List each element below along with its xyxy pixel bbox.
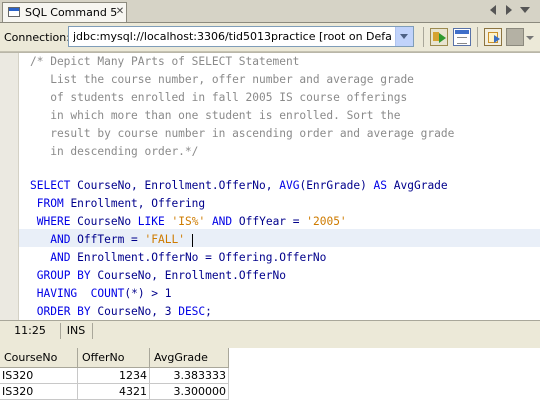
sql-line-order-by: ORDER BY CourseNo, 3 DESC;: [30, 303, 212, 321]
cell-avggrade: 3.383333: [150, 368, 229, 384]
tab-sql-command[interactable]: SQL Command 5 ✕: [2, 2, 127, 22]
function-name: COUNT: [90, 287, 125, 300]
scroll-tabs-left-icon[interactable]: [490, 5, 496, 15]
identifier: OffYear =: [232, 215, 307, 228]
sql-line-where: WHERE CourseNo LIKE 'IS%' AND OffYear = …: [30, 213, 347, 231]
string-literal: 'FALL': [144, 233, 185, 246]
sql-history-icon[interactable]: [453, 28, 471, 46]
database-icon[interactable]: [506, 28, 524, 46]
identifier: OffTerm =: [70, 233, 145, 246]
keyword: GROUP BY: [36, 269, 91, 282]
sql-line-and-join: AND Enrollment.OfferNo = Offering.OfferN…: [30, 249, 326, 267]
keyword: DESC: [178, 305, 206, 318]
results-header: CourseNo OfferNo AvgGrade: [0, 348, 229, 368]
text-caret: [191, 233, 193, 247]
identifier: CourseNo, Enrollment.OfferNo: [90, 269, 286, 282]
statusbar-divider: [92, 323, 93, 339]
sql-line-having: HAVING COUNT(*) > 1: [30, 285, 172, 303]
sql-line-group-by: GROUP BY CourseNo, Enrollment.OfferNo: [30, 267, 286, 285]
keyword: AND: [50, 251, 71, 264]
connection-label: Connection:: [4, 31, 70, 44]
close-icon[interactable]: ✕: [115, 6, 125, 18]
keyword: AS: [373, 179, 388, 192]
tab-bar: SQL Command 5 ✕: [0, 0, 540, 23]
comment-line: in descending order.*/: [30, 145, 199, 158]
keyword: ORDER BY: [36, 305, 91, 318]
identifier: Enrollment.OfferNo = Offering.OfferNo: [70, 251, 327, 264]
sql-line-and-offterm: AND OffTerm = 'FALL': [30, 231, 193, 249]
editor-statusbar: 11:25 INS: [0, 320, 540, 343]
chevron-down-icon[interactable]: [526, 36, 534, 40]
comment-line: result by course number in ascending ord…: [30, 127, 455, 140]
identifier: CourseNo, Enrollment.OfferNo,: [70, 179, 280, 192]
sql-editor[interactable]: /* Depict Many PArts of SELECT Statement…: [0, 52, 540, 321]
editor-toolbar: Connection: jdbc:mysql://localhost:3306/…: [0, 23, 540, 52]
string-literal: 'IS%': [171, 215, 206, 228]
sql-document-icon: [8, 7, 20, 17]
statusbar-divider: [60, 323, 61, 339]
table-row[interactable]: IS320 1234 3.383333: [0, 368, 229, 384]
comment-line: in which more than one student is enroll…: [30, 109, 401, 122]
insert-mode: INS: [66, 324, 86, 337]
identifier: Enrollment, Offering: [63, 197, 206, 210]
results-panel: CourseNo OfferNo AvgGrade IS320 1234 3.3…: [0, 342, 540, 403]
tab-list-dropdown-icon[interactable]: [520, 7, 530, 13]
sql-line-from: FROM Enrollment, Offering: [30, 195, 205, 213]
keyword: FROM: [36, 197, 64, 210]
keyword: AND: [50, 233, 71, 246]
cell-offerno: 1234: [78, 368, 150, 384]
comment-line: List the course number, offer number and…: [30, 73, 414, 86]
keyword: AND: [211, 215, 233, 228]
identifier: CourseNo: [70, 215, 138, 228]
keyword: SELECT: [30, 179, 71, 192]
tab-title: SQL Command 5: [25, 6, 118, 19]
run-sql-icon[interactable]: [430, 28, 448, 46]
connection-value: jdbc:mysql://localhost:3306/tid5013pract…: [73, 30, 391, 43]
editor-gutter: [0, 53, 19, 321]
identifier: ;: [205, 305, 212, 318]
comment-line: of students enrolled in fall 2005 IS cou…: [30, 91, 408, 104]
identifier: AvgGrade: [387, 179, 448, 192]
function-name: AVG: [279, 179, 300, 192]
cell-avggrade: 3.300000: [150, 384, 229, 400]
keyword: HAVING: [36, 287, 78, 300]
comment-line: /* Depict Many PArts of SELECT Statement: [30, 55, 300, 68]
column-header-courseno[interactable]: CourseNo: [0, 348, 78, 367]
keyword: LIKE: [137, 215, 165, 228]
identifier: (EnrGrade): [299, 179, 374, 192]
select-connection-icon[interactable]: [484, 28, 502, 46]
connection-select[interactable]: jdbc:mysql://localhost:3306/tid5013pract…: [68, 26, 414, 47]
column-header-avggrade[interactable]: AvgGrade: [150, 348, 229, 367]
toolbar-separator: [423, 27, 424, 47]
string-literal: '2005': [306, 215, 347, 228]
toolbar-separator: [477, 27, 478, 47]
scroll-tabs-right-icon[interactable]: [506, 5, 512, 15]
sql-line-select: SELECT CourseNo, Enrollment.OfferNo, AVG…: [30, 177, 448, 195]
identifier: CourseNo, 3: [90, 305, 179, 318]
keyword: WHERE: [36, 215, 71, 228]
cell-courseno: IS320: [0, 384, 78, 400]
table-row[interactable]: IS320 4321 3.300000: [0, 384, 229, 400]
column-header-offerno[interactable]: OfferNo: [78, 348, 150, 367]
chevron-down-icon[interactable]: [395, 27, 413, 46]
caret-position: 11:25: [14, 324, 46, 337]
identifier: (*) > 1: [124, 287, 172, 300]
cell-courseno: IS320: [0, 368, 78, 384]
cell-offerno: 4321: [78, 384, 150, 400]
